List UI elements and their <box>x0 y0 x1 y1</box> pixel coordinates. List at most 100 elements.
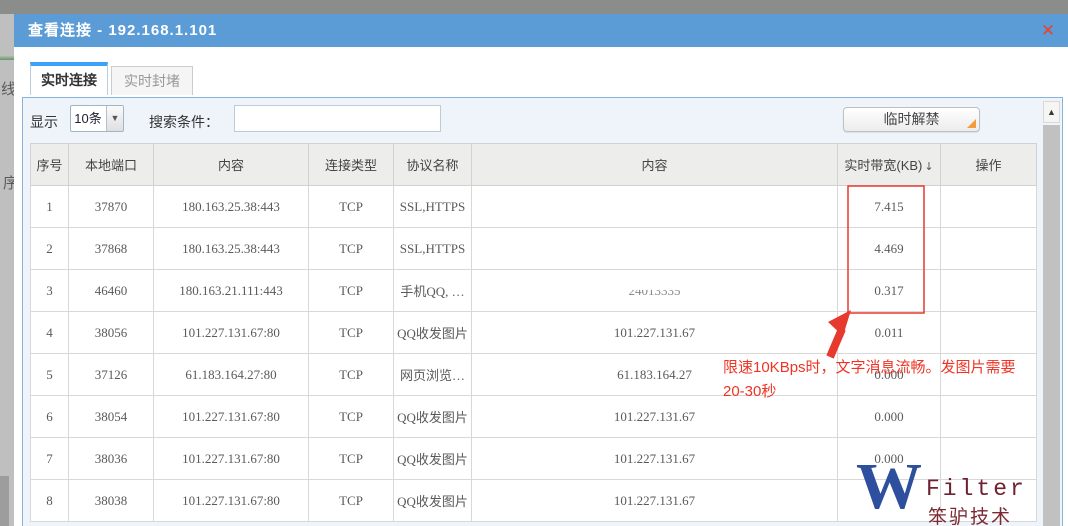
table-cell <box>837 479 941 522</box>
table-cell: 38054 <box>68 395 154 438</box>
table-cell: 101.227.131.67 <box>471 479 838 522</box>
table-cell: 101.227.131.67 <box>471 437 838 480</box>
table-cell: 37870 <box>68 185 154 228</box>
table-cell <box>471 185 838 228</box>
table-cell: 3 <box>30 269 69 312</box>
table-cell: 0.000 <box>837 353 941 396</box>
table-row: 5 37126 61.183.164.27:80 TCP 网页浏览… 61.183.164… <box>30 353 1037 396</box>
tab-realtime-blocking[interactable]: 实时封堵 <box>111 66 193 95</box>
page-size-select[interactable]: 10条 ▼ <box>70 105 124 132</box>
table-cell: 101.227.131.67:80 <box>153 395 309 438</box>
vertical-scrollbar: ▲ <box>1043 101 1060 526</box>
table-cell: TCP <box>308 311 394 354</box>
dialog-title: 查看连接 - 192.168.1.101 <box>28 22 218 39</box>
table-cell: 38038 <box>68 479 154 522</box>
table-cell: SSL,HTTPS <box>393 227 472 270</box>
column-header: 连接类型 <box>308 143 394 186</box>
table-cell <box>940 311 1037 354</box>
table-cell: 101.227.131.67:80 <box>153 479 309 522</box>
column-header: 内容 <box>153 143 309 186</box>
table-cell: SSL,HTTPS <box>393 185 472 228</box>
column-header: 本地端口 <box>68 143 154 186</box>
table-cell: 网页浏览… <box>393 353 472 396</box>
search-label: 搜索条件： <box>149 114 219 130</box>
table-row: 2 37868 180.163.25.38:443 TCP SSL,HTTPS 4.469 <box>30 227 1037 270</box>
table-cell: 4 <box>30 311 69 354</box>
table-cell: 46460 <box>68 269 154 312</box>
search-input[interactable] <box>234 105 441 132</box>
table-cell <box>471 227 838 270</box>
scrollbar-thumb[interactable] <box>1043 125 1060 526</box>
column-header: 序号 <box>30 143 69 186</box>
table-row: 3 46460 180.163.21.111:443 TCP 手机QQ, … 240133… <box>30 269 1037 312</box>
connections-table: 序号 本地端口 内容 连接类型 协议名称 内容 实时带宽(KB) ↓ 操作 1 37870 180.… <box>30 143 1037 522</box>
table-cell: 5 <box>30 353 69 396</box>
table-cell: TCP <box>308 227 394 270</box>
column-header: 操作 <box>940 143 1037 186</box>
temporary-unban-button[interactable]: 临时解禁 <box>843 107 980 132</box>
table-cell: TCP <box>308 437 394 480</box>
close-icon[interactable]: ✕ <box>1038 21 1058 41</box>
table-cell: 101.227.131.67 <box>471 311 838 354</box>
table-cell <box>940 395 1037 438</box>
table-cell: 7 <box>30 437 69 480</box>
table-cell <box>940 479 1037 522</box>
table-cell: 180.163.25.38:443 <box>153 227 309 270</box>
background-left-strip: 线 序 <box>0 14 14 526</box>
page-size-value: 10条 <box>74 111 102 126</box>
table-cell: 38056 <box>68 311 154 354</box>
table-row: 6 38054 101.227.131.67:80 TCP QQ收发图片 101.227.… <box>30 395 1037 438</box>
table-cell: 101.227.131.67:80 <box>153 311 309 354</box>
column-header: 协议名称 <box>393 143 472 186</box>
sort-descending-icon: ↓ <box>924 160 934 173</box>
table-cell: 0.011 <box>837 311 941 354</box>
table-cell <box>940 437 1037 480</box>
scroll-up-icon[interactable]: ▲ <box>1043 101 1060 123</box>
table-cell: 180.163.21.111:443 <box>153 269 309 312</box>
tab-realtime-connections[interactable]: 实时连接 <box>30 62 108 95</box>
table-cell: 2 <box>30 227 69 270</box>
table-cell: 8 <box>30 479 69 522</box>
table-cell: 6 <box>30 395 69 438</box>
table-row: 8 38038 101.227.131.67:80 TCP QQ收发图片 101.227.… <box>30 479 1037 522</box>
background-green-line <box>0 56 14 60</box>
table-row: 7 38036 101.227.131.67:80 TCP QQ收发图片 101.227.… <box>30 437 1037 480</box>
table-row: 1 37870 180.163.25.38:443 TCP SSL,HTTPS 7.415 <box>30 185 1037 228</box>
background-text-fragment: 序 <box>3 175 14 192</box>
table-cell: QQ收发图片 <box>393 311 472 354</box>
table-cell: TCP <box>308 395 394 438</box>
view-connections-dialog: 查看连接 - 192.168.1.101 ✕ 实时连接 实时封堵 显示 10条 … <box>14 14 1068 526</box>
table-cell: 61.183.164.27 <box>471 353 838 396</box>
table-cell: 101.227.131.67:80 <box>153 437 309 480</box>
table-cell: TCP <box>308 353 394 396</box>
table-cell: 37868 <box>68 227 154 270</box>
button-corner-icon <box>967 119 976 128</box>
column-header[interactable]: 实时带宽(KB) ↓ <box>837 143 941 186</box>
connections-table-wrap: 序号 本地端口 内容 连接类型 协议名称 内容 实时带宽(KB) ↓ 操作 1 37870 180.… <box>30 143 1037 522</box>
table-cell: 7.415 <box>837 185 941 228</box>
table-cell: TCP <box>308 185 394 228</box>
table-cell: QQ收发图片 <box>393 479 472 522</box>
table-cell <box>940 185 1037 228</box>
table-cell <box>940 227 1037 270</box>
table-cell: 180.163.25.38:443 <box>153 185 309 228</box>
table-header-row: 序号 本地端口 内容 连接类型 协议名称 内容 实时带宽(KB) ↓ 操作 <box>30 143 1037 186</box>
table-cell: 38036 <box>68 437 154 480</box>
table-cell: QQ收发图片 <box>393 395 472 438</box>
table-cell: 101.227.131.67 <box>471 395 838 438</box>
controls-row: 显示 10条 ▼ 搜索条件： 临时解禁 <box>23 98 1062 143</box>
table-cell: QQ收发图片 <box>393 437 472 480</box>
background-text-fragment: 线 <box>1 81 14 98</box>
table-cell: 手机QQ, … <box>393 269 472 312</box>
table-cell: 0.000 <box>837 437 941 480</box>
connections-panel: 显示 10条 ▼ 搜索条件： 临时解禁 序号 本地端口 内容 连接类型 协议名称 内容 实时… <box>22 97 1063 526</box>
table-cell <box>940 269 1037 312</box>
temporary-unban-label: 临时解禁 <box>883 111 940 127</box>
table-cell: 37126 <box>68 353 154 396</box>
table-cell: 24013335 <box>471 269 838 312</box>
table-row: 4 38056 101.227.131.67:80 TCP QQ收发图片 101.227.… <box>30 311 1037 354</box>
background-dark-block <box>0 476 9 526</box>
table-cell: TCP <box>308 269 394 312</box>
table-cell: 1 <box>30 185 69 228</box>
table-cell: TCP <box>308 479 394 522</box>
